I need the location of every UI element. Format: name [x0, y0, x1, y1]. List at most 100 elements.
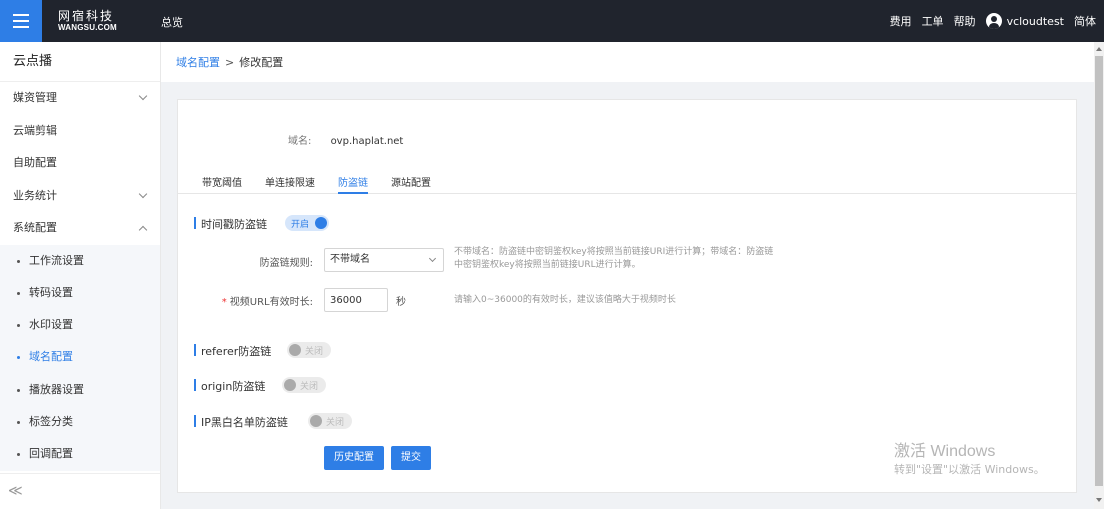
windows-activation-watermark: 激活 Windows 转到"设置"以激活 Windows。: [894, 442, 1045, 478]
submit-button[interactable]: 提交: [391, 446, 431, 470]
nav-help[interactable]: 帮助: [954, 13, 976, 29]
sidebar-item-system-config[interactable]: 系统配置: [0, 212, 160, 245]
breadcrumb-link-domain-config[interactable]: 域名配置: [176, 54, 220, 70]
bullet-icon: [17, 388, 20, 392]
section-referer-title: referer防盗链: [194, 343, 271, 359]
sidebar-item-self-config[interactable]: 自助配置: [0, 147, 160, 180]
username: vcloudtest: [1006, 14, 1064, 28]
domain-value: ovp.haplat.net: [330, 136, 404, 147]
sidebar-subitem-label: 水印设置: [29, 318, 73, 332]
config-card: 域名: ovp.haplat.net 带宽阈值 单连接限速 防盗链 源站配置 时…: [177, 99, 1077, 493]
nav-fees[interactable]: 费用: [890, 13, 912, 29]
chevron-down-icon: [138, 189, 148, 198]
referer-toggle[interactable]: 关闭: [287, 342, 331, 358]
section-timestamp-title: 时间戳防盗链: [194, 216, 267, 232]
watermark-line-2: 转到"设置"以激活 Windows。: [894, 463, 1045, 476]
scroll-up-icon[interactable]: [1096, 47, 1102, 51]
toggle-label: 开启: [291, 220, 310, 230]
validity-label-text: 视频URL有效时长:: [229, 297, 313, 308]
bullet-icon: [17, 259, 20, 263]
validity-label: * 视频URL有效时长:: [198, 293, 313, 308]
validity-unit: 秒: [396, 297, 406, 308]
breadcrumb-current: 修改配置: [239, 56, 284, 69]
tab-anti-leech[interactable]: 防盗链: [338, 174, 368, 194]
bullet-icon: [17, 324, 20, 328]
tab-bandwidth-threshold[interactable]: 带宽阈值: [202, 174, 242, 194]
top-bar: 网宿科技 WANGSU.COM 总览 费用 工单 帮助 vcloudtest 简…: [0, 0, 1104, 42]
nav-overview[interactable]: 总览: [161, 14, 183, 30]
toggle-knob: [289, 344, 301, 356]
sidebar-subitem-label: 转码设置: [29, 285, 73, 299]
sidebar-subitem-workflow[interactable]: 工作流设置: [0, 245, 160, 277]
bullet-icon: [17, 453, 20, 457]
user-avatar-icon: [985, 13, 1002, 29]
sidebar: 云点播 媒资管理 云端剪辑 自助配置 业务统计 系统配置 工作流设置 转码设置 …: [0, 42, 161, 509]
validity-hint: 请输入0~36000的有效时长，建议该值略大于视频时长: [454, 295, 676, 305]
scroll-down-icon[interactable]: [1096, 498, 1102, 502]
scroll-thumb[interactable]: [1095, 56, 1103, 486]
sidebar-title: 云点播: [0, 42, 160, 82]
sidebar-subitem-label: 标签分类: [29, 414, 73, 428]
sidebar-subitem-player[interactable]: 播放器设置: [0, 374, 160, 406]
sidebar-subitem-watermark[interactable]: 水印设置: [0, 309, 160, 341]
language-switch[interactable]: 简体: [1074, 13, 1096, 29]
domain-row: 域名: ovp.haplat.net: [288, 132, 403, 147]
nav-tickets[interactable]: 工单: [922, 13, 944, 29]
origin-toggle[interactable]: 关闭: [282, 377, 326, 393]
toggle-label: 关闭: [305, 347, 324, 357]
sidebar-subitem-label: 域名配置: [29, 350, 73, 364]
sidebar-collapse-icon[interactable]: ≪: [0, 473, 160, 509]
sidebar-item-cloud-edit[interactable]: 云端剪辑: [0, 115, 160, 148]
sidebar-subitem-label: 回调配置: [29, 447, 73, 461]
sidebar-item-statistics[interactable]: 业务统计: [0, 180, 160, 213]
rule-hint: 不带域名：防盗链中密钥鉴权key将按照当前链接URI进行计算；带域名：防盗链 中…: [454, 246, 814, 272]
section-ip-title: IP黑白名单防盗链: [194, 414, 288, 430]
sidebar-subitem-callback[interactable]: 回调配置: [0, 438, 160, 470]
ip-toggle[interactable]: 关闭: [308, 413, 352, 429]
sidebar-item-label: 媒资管理: [13, 91, 57, 104]
chevron-down-icon: [428, 254, 437, 263]
sidebar-subitem-transcode[interactable]: 转码设置: [0, 277, 160, 309]
logo: 网宿科技 WANGSU.COM: [58, 9, 134, 33]
required-marker: *: [221, 297, 227, 308]
domain-label: 域名:: [288, 136, 312, 147]
chevron-down-icon: [138, 91, 148, 101]
sidebar-subitem-label: 工作流设置: [29, 253, 84, 267]
toggle-label: 关闭: [300, 382, 319, 392]
watermark-line-1: 激活 Windows: [894, 443, 996, 460]
sidebar-item-media[interactable]: 媒资管理: [0, 82, 160, 115]
sidebar-item-label: 云端剪辑: [13, 123, 57, 137]
logo-en: WANGSU.COM: [58, 23, 117, 32]
sidebar-subitem-tags[interactable]: 标签分类: [0, 406, 160, 438]
rule-select[interactable]: 不带域名: [324, 248, 444, 272]
page-scrollbar[interactable]: [1094, 42, 1104, 509]
breadcrumb: 域名配置 > 修改配置: [161, 42, 1094, 82]
history-config-button[interactable]: 历史配置: [324, 446, 384, 470]
tab-single-connection-limit[interactable]: 单连接限速: [265, 174, 315, 194]
section-origin-title: origin防盗链: [194, 378, 265, 394]
rule-select-value: 不带域名: [330, 254, 370, 265]
validity-input[interactable]: [324, 288, 388, 312]
sidebar-item-label: 系统配置: [13, 221, 57, 234]
tab-origin-config[interactable]: 源站配置: [391, 174, 431, 194]
sidebar-item-label: 自助配置: [13, 156, 57, 169]
hamburger-menu-icon[interactable]: [0, 0, 42, 42]
chevron-up-icon: [138, 225, 148, 235]
breadcrumb-separator: >: [225, 55, 235, 69]
sidebar-subitem-domain-config[interactable]: 域名配置: [0, 341, 160, 373]
toggle-label: 关闭: [326, 418, 345, 428]
timestamp-toggle[interactable]: 开启: [285, 215, 329, 231]
toggle-knob: [284, 379, 296, 391]
logo-cn: 网宿科技: [58, 9, 115, 23]
sidebar-submenu: 工作流设置 转码设置 水印设置 域名配置 播放器设置 标签分类 回调配置: [0, 244, 160, 471]
user-menu[interactable]: vcloudtest: [985, 13, 1064, 29]
toggle-knob: [315, 217, 327, 229]
sidebar-subitem-label: 播放器设置: [29, 382, 84, 396]
rule-hint-line-2: 中密钥鉴权key将按照当前链接URL进行计算。: [454, 260, 641, 270]
top-right-nav: 费用 工单 帮助 vcloudtest 简体: [890, 0, 1096, 42]
sidebar-item-label: 业务统计: [13, 188, 57, 202]
config-tabs: 带宽阈值 单连接限速 防盗链 源站配置: [178, 170, 1076, 194]
rule-hint-line-1: 不带域名：防盗链中密钥鉴权key将按照当前链接URI进行计算；带域名：防盗链: [454, 247, 774, 257]
bullet-icon: [17, 356, 20, 360]
rule-label: 防盗链规则:: [259, 258, 313, 269]
